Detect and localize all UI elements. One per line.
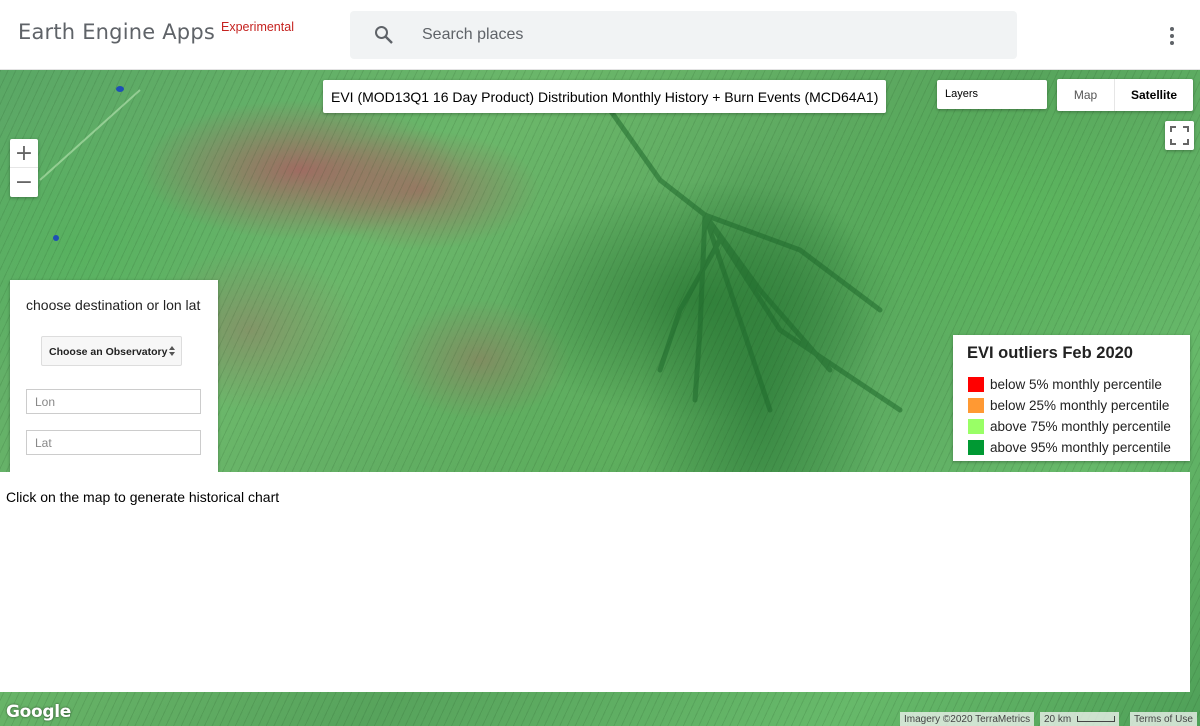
map-type-toggle: Map Satellite (1057, 79, 1193, 111)
legend-swatch (968, 398, 984, 413)
legend-item: above 75% monthly percentile (968, 419, 1171, 434)
scale-indicator[interactable]: 20 km (1040, 712, 1120, 726)
water-body-marker (53, 235, 59, 241)
legend-item-label: below 5% monthly percentile (990, 377, 1162, 392)
legend-item-label: below 25% monthly percentile (990, 398, 1170, 413)
legend-swatch (968, 440, 984, 455)
chart-panel: Click on the map to generate historical … (0, 472, 1190, 692)
top-app-bar: Earth Engine Apps Experimental (0, 0, 1200, 70)
fullscreen-icon (1170, 126, 1189, 145)
legend-item-label: above 75% monthly percentile (990, 419, 1171, 434)
water-body-marker (116, 86, 124, 92)
scale-bar (1077, 716, 1116, 722)
zoom-in-button[interactable]: + (10, 139, 38, 168)
app-title: Earth Engine Apps (18, 20, 216, 44)
more-options-icon[interactable] (1159, 23, 1185, 49)
fullscreen-button[interactable] (1165, 121, 1194, 150)
location-panel-title: choose destination or lon lat (26, 297, 201, 313)
legend-item-label: above 95% monthly percentile (990, 440, 1171, 455)
experimental-tag: Experimental (221, 20, 294, 34)
legend-item: below 5% monthly percentile (968, 377, 1162, 392)
app-brand[interactable]: Earth Engine Apps Experimental (18, 20, 294, 44)
select-arrows-icon (169, 346, 175, 356)
imagery-attribution: Imagery ©2020 TerraMetrics (900, 712, 1035, 726)
observatory-select-label: Choose an Observatory (49, 346, 168, 358)
search-icon[interactable] (372, 23, 396, 47)
legend-swatch (968, 419, 984, 434)
satellite-map[interactable]: EVI (MOD13Q1 16 Day Product) Distributio… (0, 70, 1200, 726)
map-type-satellite-button[interactable]: Satellite (1115, 79, 1193, 111)
map-title-label: EVI (MOD13Q1 16 Day Product) Distributio… (323, 80, 887, 113)
scale-label: 20 km (1044, 713, 1072, 725)
observatory-select[interactable]: Choose an Observatory (41, 336, 182, 366)
map-type-map-button[interactable]: Map (1057, 79, 1115, 111)
chart-instruction: Click on the map to generate historical … (6, 489, 280, 505)
lon-input[interactable] (26, 389, 201, 414)
legend-panel: EVI outliers Feb 2020 below 5% monthly p… (953, 335, 1190, 461)
terms-link[interactable]: Terms of Use (1130, 712, 1197, 726)
legend-item: above 95% monthly percentile (968, 440, 1171, 455)
search-input[interactable] (412, 11, 1002, 59)
legend-title: EVI outliers Feb 2020 (967, 344, 1133, 362)
lat-input[interactable] (26, 430, 201, 455)
legend-swatch (968, 377, 984, 392)
search-box[interactable] (350, 11, 1017, 59)
layers-button[interactable]: Layers (937, 80, 1047, 109)
zoom-out-button[interactable]: − (10, 168, 38, 197)
legend-item: below 25% monthly percentile (968, 398, 1169, 413)
google-logo[interactable]: Google (6, 702, 71, 722)
zoom-control: + − (10, 139, 38, 197)
location-panel: choose destination or lon lat Choose an … (10, 280, 218, 472)
